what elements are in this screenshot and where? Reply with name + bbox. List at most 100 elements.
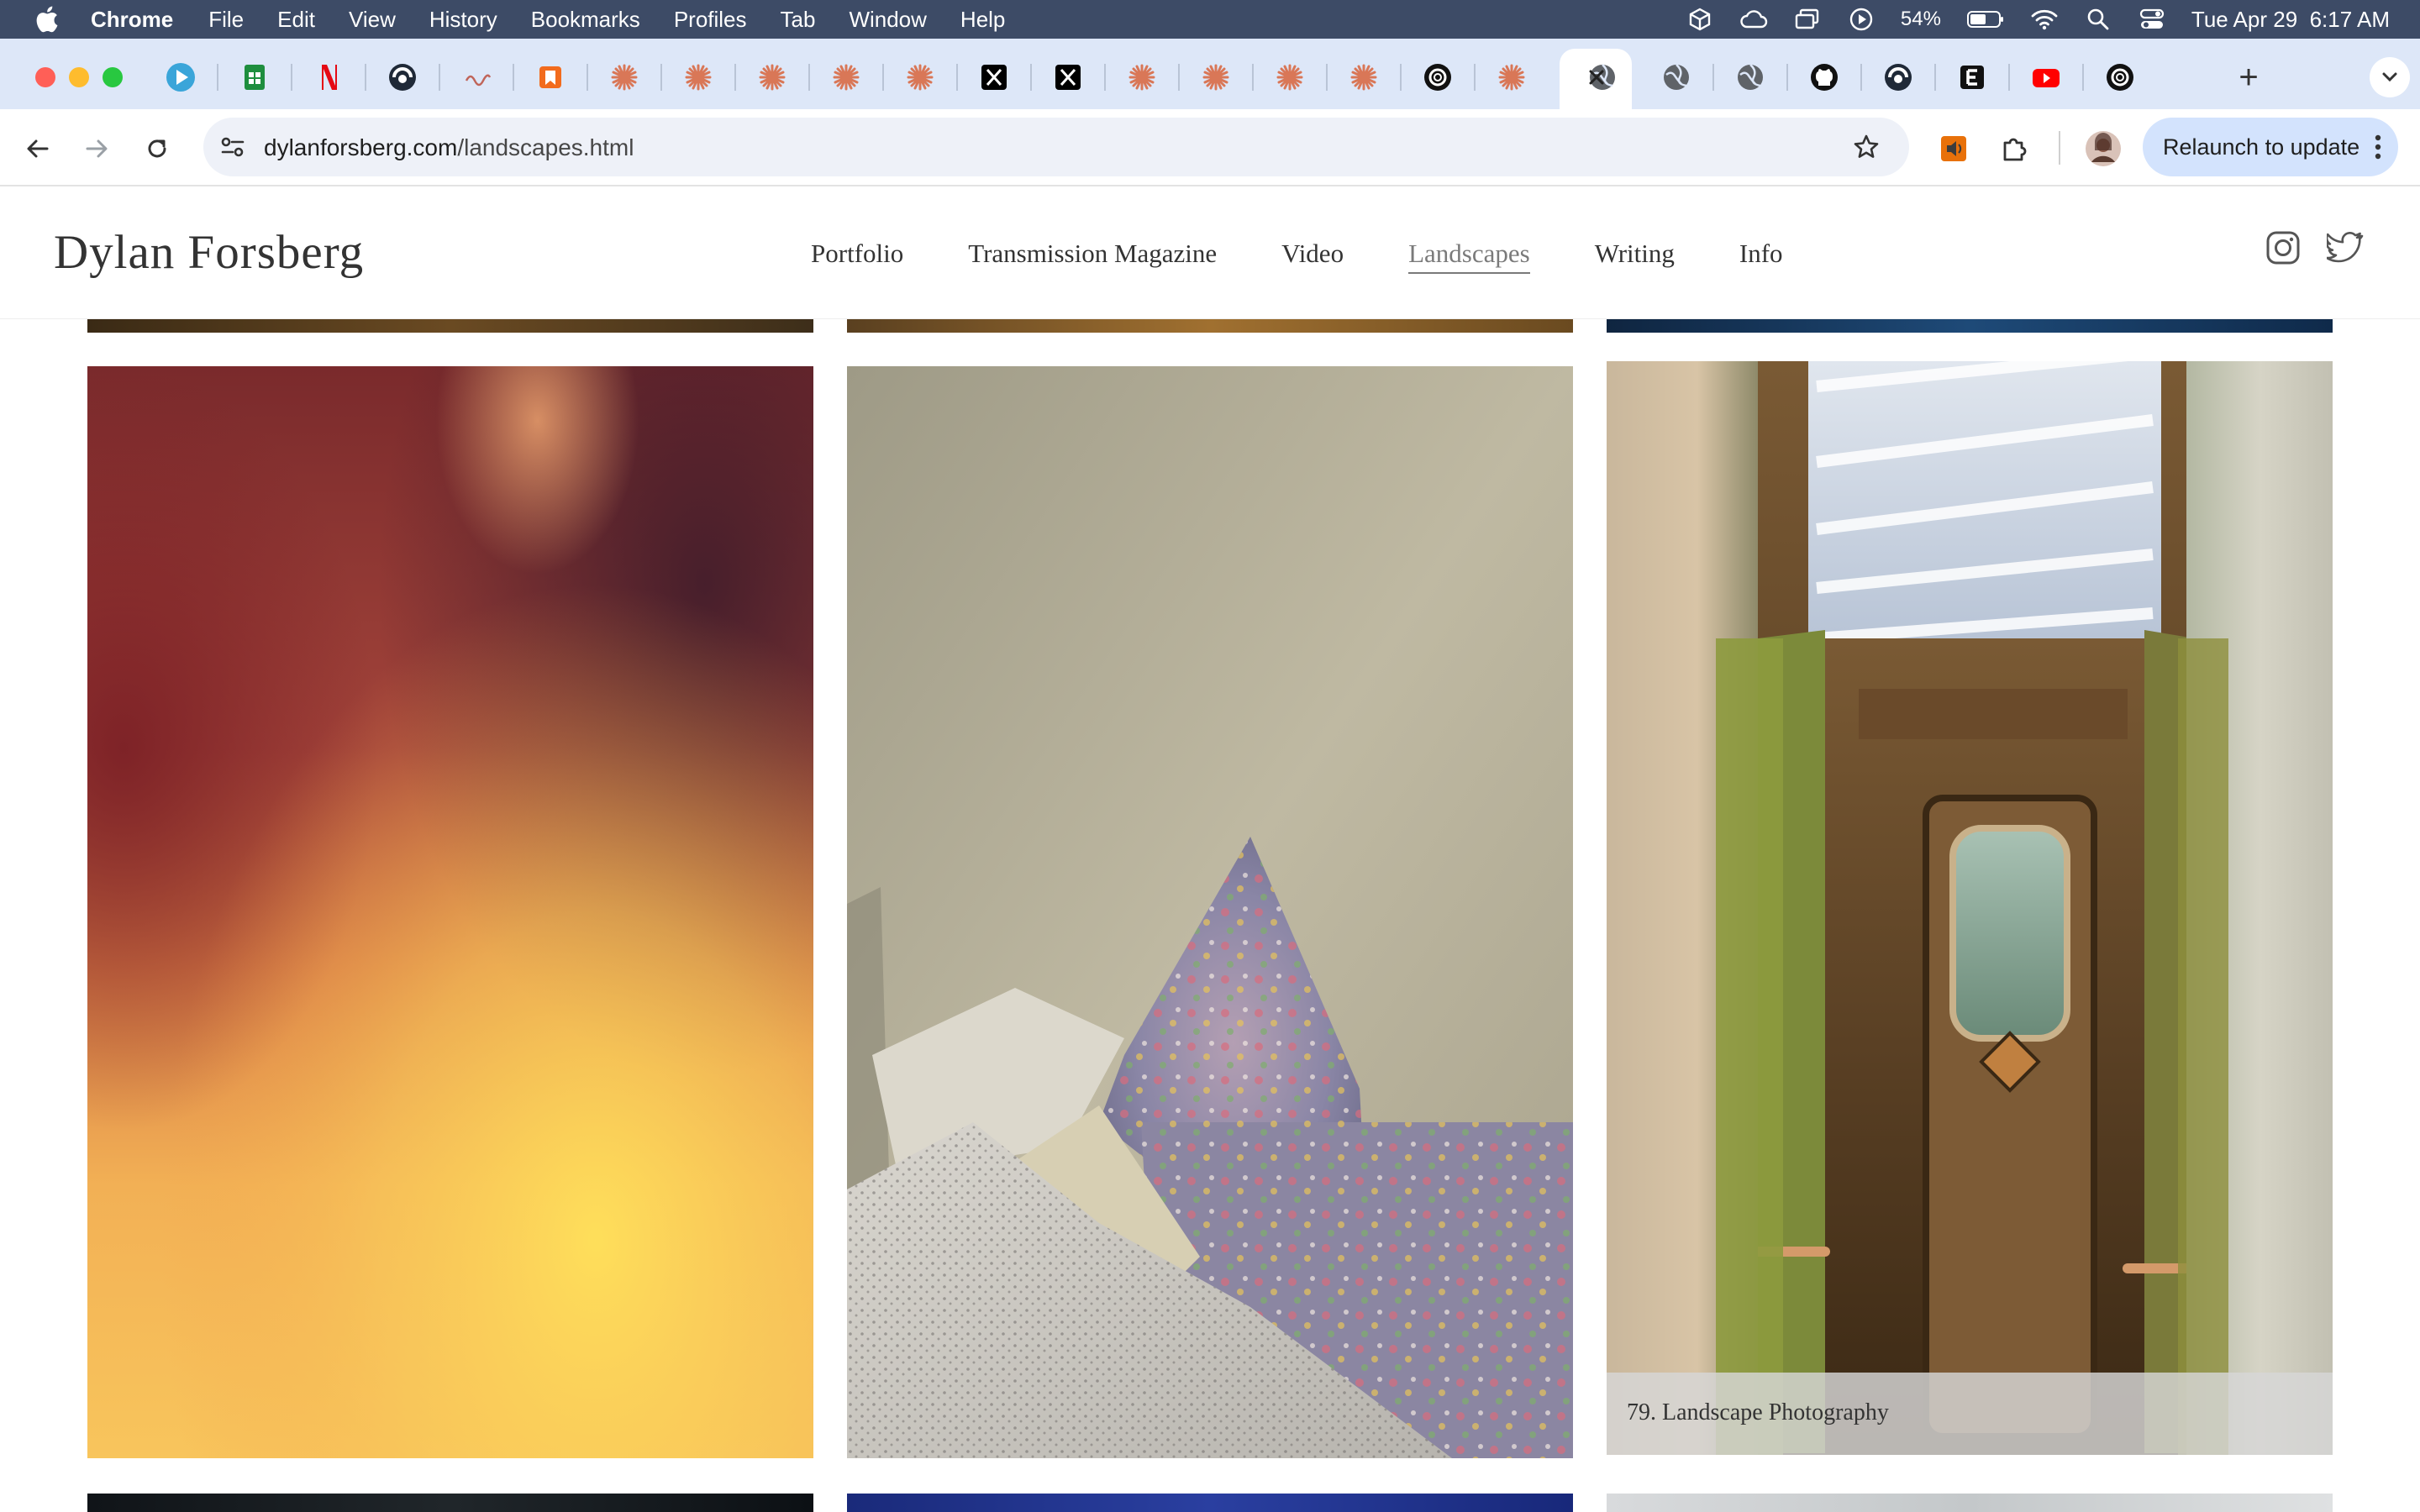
tab-separator (439, 64, 440, 91)
menubar-edit[interactable]: Edit (277, 7, 315, 33)
forward-button[interactable] (77, 129, 116, 168)
browser-toolbar: dylanforsberg.com/landscapes.html Relaun… (0, 109, 2420, 186)
tab-x-icon[interactable] (1051, 60, 1085, 94)
tab-globe-icon[interactable] (1733, 60, 1767, 94)
tab-openai-icon[interactable] (2103, 60, 2137, 94)
nav-writing[interactable]: Writing (1595, 239, 1675, 274)
tab-bookmark-icon[interactable] (534, 60, 567, 94)
nav-info[interactable]: Info (1739, 239, 1783, 274)
tab-separator (1474, 64, 1476, 91)
play-status-icon[interactable] (1847, 7, 1876, 32)
active-tab-close-icon[interactable] (1580, 60, 1613, 94)
tab-separator (365, 64, 366, 91)
gallery-photo-partial-top-3[interactable] (1607, 319, 2333, 333)
tab-sheets-icon[interactable] (238, 60, 271, 94)
screens-status-icon[interactable] (1793, 7, 1822, 32)
apple-menu-icon[interactable] (34, 5, 71, 34)
toolbar-divider (2059, 131, 2060, 165)
tab-claude-icon[interactable] (829, 60, 863, 94)
tab-globe-icon[interactable] (1660, 60, 1693, 94)
wifi-icon[interactable] (2030, 7, 2059, 32)
macos-menubar: Chrome File Edit View History Bookmarks … (0, 0, 2420, 39)
tab-github-icon[interactable] (1807, 60, 1841, 94)
window-minimize-button[interactable] (69, 67, 89, 87)
tab-separator (1934, 64, 1936, 91)
address-bar[interactable]: dylanforsberg.com/landscapes.html (203, 118, 1909, 176)
tab-separator (1400, 64, 1402, 91)
instagram-icon[interactable] (2264, 228, 2302, 267)
nav-landscapes[interactable]: Landscapes (1408, 239, 1530, 274)
twitter-icon[interactable] (2326, 228, 2365, 267)
menubar-app-name[interactable]: Chrome (91, 7, 173, 33)
tab-search-chevron-icon[interactable] (2370, 57, 2410, 97)
tab-youtube-icon[interactable] (2029, 60, 2063, 94)
menubar-help[interactable]: Help (960, 7, 1005, 33)
tab-media-player-icon[interactable] (164, 60, 197, 94)
gallery-photo-subway-doors[interactable] (1607, 361, 2333, 1455)
menubar-file[interactable]: File (208, 7, 244, 33)
spotlight-search-icon[interactable] (2084, 7, 2112, 32)
bookmark-star-icon[interactable] (1847, 128, 1886, 166)
new-tab-button[interactable]: + (2232, 58, 2265, 96)
gallery-photo-floral-pillow[interactable] (847, 366, 1573, 1458)
nav-transmission-magazine[interactable]: Transmission Magazine (968, 239, 1217, 274)
tab-x-icon[interactable] (977, 60, 1011, 94)
site-title[interactable]: Dylan Forsberg (54, 225, 364, 280)
tab-claude-icon[interactable] (1347, 60, 1381, 94)
tab-netflix-icon[interactable] (312, 60, 345, 94)
tab-separator (1178, 64, 1180, 91)
menubar-history[interactable]: History (429, 7, 497, 33)
tab-app-icon[interactable] (386, 60, 419, 94)
nav-video[interactable]: Video (1281, 239, 1344, 274)
menubar-view[interactable]: View (349, 7, 396, 33)
gallery-photo-partial-bottom-3[interactable] (1607, 1494, 2333, 1512)
tab-e-icon[interactable] (1955, 60, 1989, 94)
gallery-photo-blurred-warm[interactable] (87, 366, 813, 1458)
kebab-menu-icon[interactable] (2375, 134, 2381, 165)
battery-icon[interactable] (1966, 7, 2005, 32)
tab-separator (1712, 64, 1714, 91)
site-header: Dylan Forsberg Portfolio Transmission Ma… (0, 186, 2420, 319)
box-status-icon[interactable] (1686, 7, 1714, 32)
back-button[interactable] (18, 129, 57, 168)
site-info-icon[interactable] (213, 128, 252, 166)
tab-separator (1030, 64, 1032, 91)
tab-separator (587, 64, 588, 91)
url-text[interactable]: dylanforsberg.com/landscapes.html (264, 134, 634, 161)
profile-avatar[interactable] (2084, 129, 2123, 168)
battery-percent: 54% (1900, 8, 1941, 30)
menubar-tab[interactable]: Tab (781, 7, 816, 33)
control-center-icon[interactable] (2138, 7, 2166, 32)
menubar-bookmarks[interactable]: Bookmarks (531, 7, 640, 33)
nav-portfolio[interactable]: Portfolio (811, 239, 903, 274)
tab-claude-icon[interactable] (755, 60, 789, 94)
tab-claude-icon[interactable] (1273, 60, 1307, 94)
tab-claude-icon[interactable] (1495, 60, 1528, 94)
tab-claude-icon[interactable] (681, 60, 715, 94)
menubar-window[interactable]: Window (849, 7, 926, 33)
window-close-button[interactable] (35, 67, 55, 87)
tab-wave-icon[interactable] (460, 60, 493, 94)
gallery-photo-partial-top-1[interactable] (87, 319, 813, 333)
tab-claude-icon[interactable] (1125, 60, 1159, 94)
gallery-photo-partial-bottom-2[interactable] (847, 1494, 1573, 1512)
audio-extension-icon[interactable] (1934, 129, 1973, 168)
tab-claude-icon[interactable] (1199, 60, 1233, 94)
tab-separator (808, 64, 810, 91)
relaunch-to-update-button[interactable]: Relaunch to update (2143, 118, 2398, 176)
tab-claude-icon[interactable] (903, 60, 937, 94)
tab-separator (1786, 64, 1788, 91)
tab-claude-icon[interactable] (608, 60, 641, 94)
cloud-status-icon[interactable] (1739, 7, 1768, 32)
gallery-photo-partial-top-2[interactable] (847, 319, 1573, 333)
extensions-puzzle-icon[interactable] (1995, 129, 2033, 168)
window-zoom-button[interactable] (103, 67, 123, 87)
gallery-photo-partial-bottom-1[interactable] (87, 1494, 813, 1512)
tab-app-icon[interactable] (1881, 60, 1915, 94)
photo-caption: 79. Landscape Photography (1607, 1373, 2333, 1455)
new-tab-symbol: + (2238, 58, 2259, 96)
tab-openai-icon[interactable] (1421, 60, 1455, 94)
menubar-datetime[interactable]: Tue Apr 29 6:17 AM (2191, 7, 2390, 33)
reload-button[interactable] (138, 129, 176, 168)
menubar-profiles[interactable]: Profiles (674, 7, 747, 33)
